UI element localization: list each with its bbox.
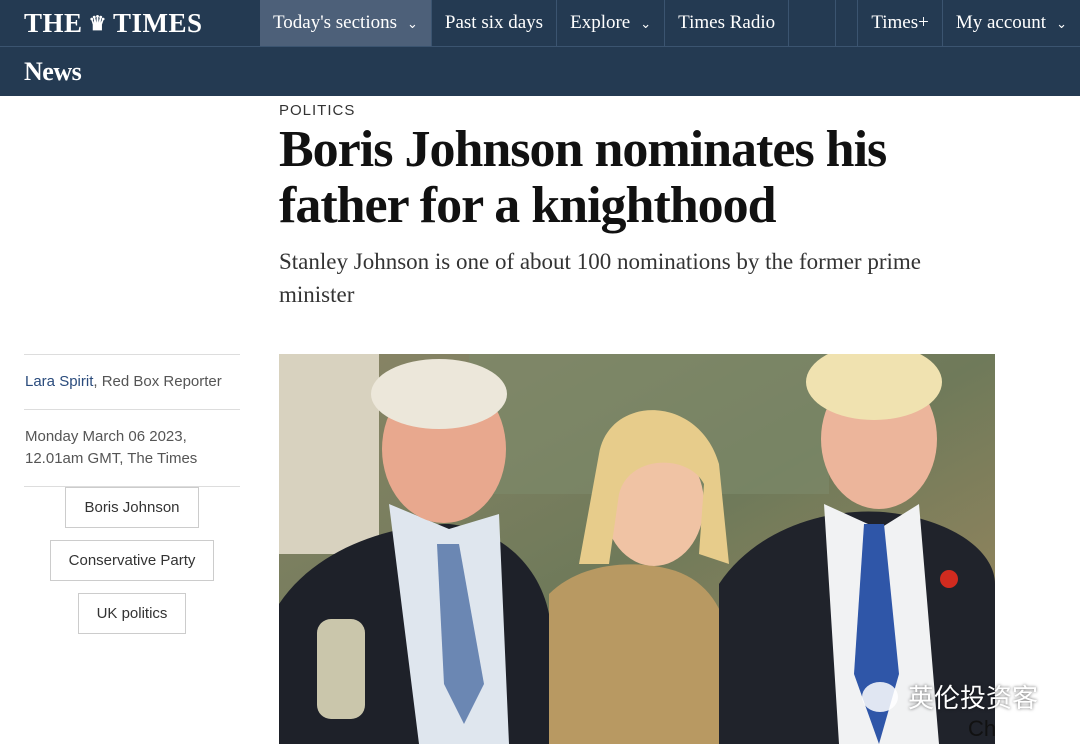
watermark-text: 英伦投资客: [908, 683, 1039, 713]
nav-label: Explore: [570, 12, 631, 33]
nav-spacer: [789, 0, 837, 46]
nav-label: Past six days: [444, 12, 544, 33]
watermark: 英伦投资客: [862, 678, 1038, 715]
topic-tags: Boris Johnson Conservative Party UK poli…: [24, 487, 240, 646]
nav-label: Times+: [871, 12, 929, 33]
top-navigation: THE ♛ TIMES Today's sections ⌄ Past six …: [0, 0, 1080, 47]
nav-times-plus[interactable]: Times+: [857, 0, 943, 46]
nav-right-group: Times+ My account ⌄: [857, 0, 1080, 46]
nav-todays-sections[interactable]: Today's sections ⌄: [260, 0, 432, 46]
wechat-icon: [862, 681, 898, 712]
tag-conservative-party[interactable]: Conservative Party: [49, 540, 215, 581]
nav-label: My account: [955, 12, 1047, 33]
nav-my-account[interactable]: My account ⌄: [943, 0, 1080, 46]
logo-text-right: TIMES: [112, 7, 203, 38]
chevron-down-icon: ⌄: [1056, 16, 1067, 31]
section-title[interactable]: News: [0, 57, 82, 87]
date-line: 12.01am GMT, The Times: [25, 450, 198, 467]
chevron-down-icon: ⌄: [640, 16, 652, 31]
article-headline: Boris Johnson nominates his father for a…: [279, 121, 887, 234]
byline: Lara Spirit, Red Box Reporter: [24, 354, 240, 409]
times-logo[interactable]: THE ♛ TIMES: [0, 0, 260, 46]
corner-text: Ch: [968, 716, 997, 741]
author-role: , Red Box Reporter: [93, 373, 222, 390]
nav-label: Times Radio: [678, 12, 776, 33]
date-line: Monday March 06 2023,: [25, 428, 187, 445]
chevron-down-icon: ⌄: [407, 16, 418, 31]
nav-times-radio[interactable]: Times Radio: [665, 0, 790, 46]
nav-past-six-days[interactable]: Past six days: [432, 0, 558, 46]
tag-boris-johnson[interactable]: Boris Johnson: [65, 487, 199, 528]
crest-icon: ♛: [88, 12, 107, 35]
article-meta: Lara Spirit, Red Box Reporter Monday Mar…: [24, 354, 240, 487]
nav-explore[interactable]: Explore ⌄: [557, 0, 666, 46]
logo-text-left: THE: [24, 7, 83, 38]
article-kicker[interactable]: POLITICS: [279, 102, 355, 119]
publish-date: Monday March 06 2023, 12.01am GMT, The T…: [24, 409, 240, 487]
nav-label: Today's sections: [273, 12, 397, 33]
article-standfirst: Stanley Johnson is one of about 100 nomi…: [279, 249, 921, 307]
author-link[interactable]: Lara Spirit: [25, 373, 93, 390]
tag-uk-politics[interactable]: UK politics: [77, 593, 187, 634]
section-bar: News: [0, 47, 1080, 96]
